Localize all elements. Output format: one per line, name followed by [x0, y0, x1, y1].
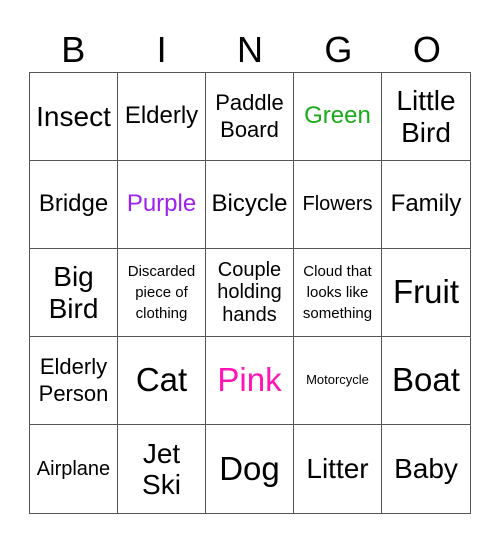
bingo-cell[interactable]: Discarded piece of clothing	[118, 249, 206, 337]
bingo-grid: Insect Elderly Paddle Board Green Little Bir…	[29, 72, 471, 514]
bingo-cell[interactable]: Litter	[294, 425, 382, 513]
bingo-cell[interactable]: Airplane	[30, 425, 118, 513]
bingo-cell[interactable]: Big Bird	[30, 249, 118, 337]
bingo-cell[interactable]: Jet Ski	[118, 425, 206, 513]
cell-label: Purple	[126, 190, 197, 218]
bingo-cell[interactable]: Purple	[118, 161, 206, 249]
cell-label: Little Bird	[396, 85, 456, 148]
cell-label: Bicycle	[211, 190, 288, 218]
cell-label: Couple holding hands	[217, 258, 282, 326]
bingo-cell[interactable]: Bridge	[30, 161, 118, 249]
cell-label: Baby	[394, 453, 458, 485]
cell-label: Jet Ski	[142, 437, 181, 500]
bingo-cell[interactable]: Couple holding hands	[206, 249, 294, 337]
cell-label: Flowers	[302, 193, 373, 216]
cell-label: Airplane	[36, 457, 111, 480]
bingo-cell[interactable]: Elderly	[118, 73, 206, 161]
cell-label: Insect	[36, 100, 111, 132]
header-letter-g: G	[324, 29, 353, 70]
bingo-header: B I N G O	[29, 28, 471, 72]
bingo-cell[interactable]: Dog	[206, 425, 294, 513]
header-letter-o: O	[412, 29, 441, 70]
cell-label: Cloud that looks like something	[302, 263, 373, 322]
header-letter-b: B	[61, 29, 86, 70]
bingo-cell[interactable]: Cat	[118, 337, 206, 425]
cell-label: Cat	[135, 361, 188, 399]
cell-label: Dog	[219, 449, 280, 487]
cell-label: Elderly Person	[38, 354, 109, 406]
cell-label: Green	[304, 102, 371, 130]
cell-label: Pink	[217, 361, 282, 399]
bingo-cell[interactable]: Flowers	[294, 161, 382, 249]
bingo-cell[interactable]: Cloud that looks like something	[294, 249, 382, 337]
bingo-cell[interactable]: Elderly Person	[30, 337, 118, 425]
bingo-cell[interactable]: Family	[382, 161, 470, 249]
cell-label: Boat	[392, 361, 460, 399]
bingo-cell[interactable]: Fruit	[382, 249, 470, 337]
bingo-cell[interactable]: Little Bird	[382, 73, 470, 161]
cell-label: Litter	[306, 453, 369, 485]
header-letter-n: N	[237, 29, 264, 70]
bingo-cell[interactable]: Paddle Board	[206, 73, 294, 161]
cell-label: Bridge	[38, 190, 109, 218]
bingo-cell[interactable]: Baby	[382, 425, 470, 513]
bingo-cell[interactable]: Pink	[206, 337, 294, 425]
cell-label: Paddle Board	[215, 90, 284, 142]
cell-label: Big Bird	[48, 261, 99, 324]
bingo-cell[interactable]: Insect	[30, 73, 118, 161]
cell-label: Elderly	[124, 102, 199, 130]
bingo-cell[interactable]: Motorcycle	[294, 337, 382, 425]
bingo-cell[interactable]: Green	[294, 73, 382, 161]
header-letter-i: I	[156, 29, 167, 70]
cell-label: Fruit	[393, 273, 459, 311]
cell-label: Discarded piece of clothing	[127, 263, 196, 322]
bingo-cell[interactable]: Bicycle	[206, 161, 294, 249]
bingo-cell[interactable]: Boat	[382, 337, 470, 425]
cell-label: Family	[390, 190, 462, 218]
cell-label: Motorcycle	[306, 372, 369, 388]
